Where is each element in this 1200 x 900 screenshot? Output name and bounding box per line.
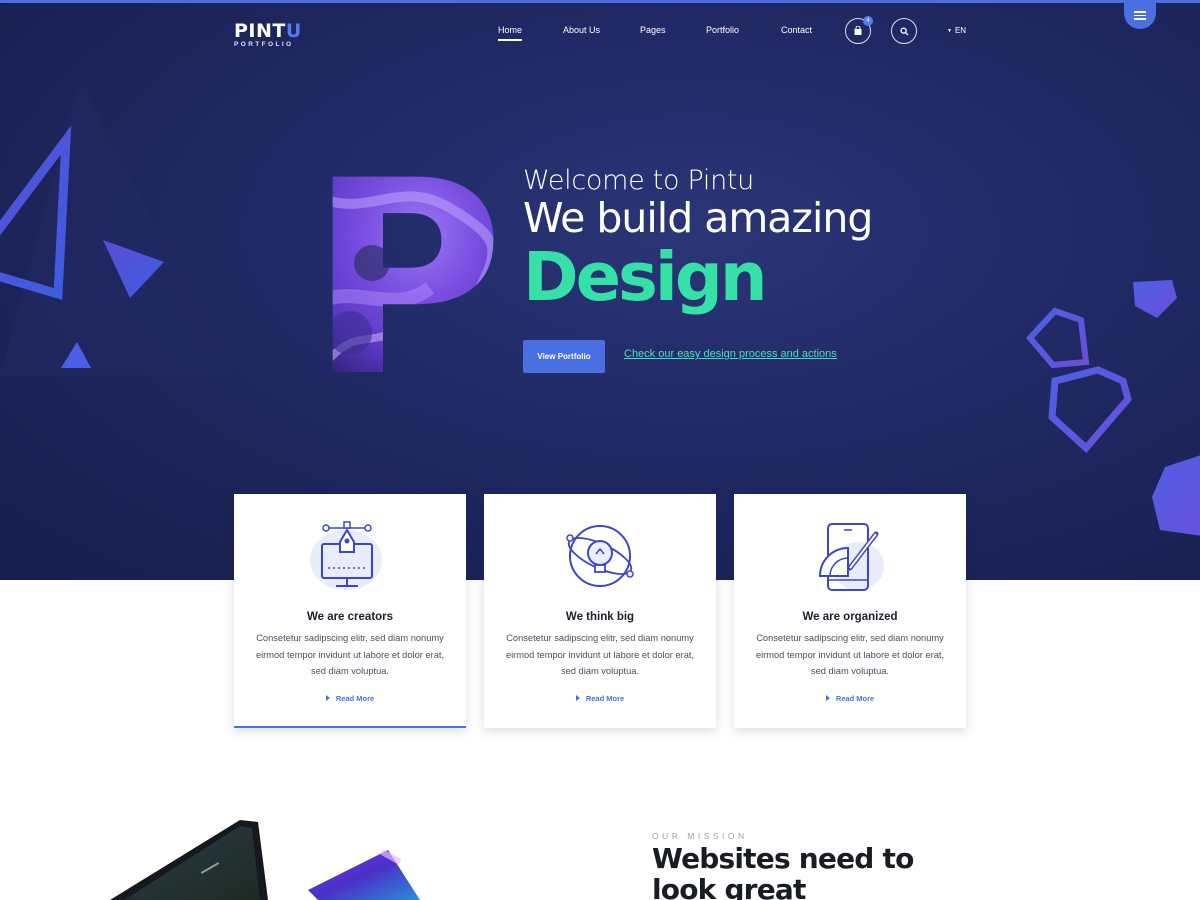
design-process-link[interactable]: Check our easy design process and action… — [624, 348, 837, 360]
search-button[interactable] — [891, 18, 917, 44]
decorative-pentagons-right — [1025, 280, 1200, 536]
feature-description: Consetetur sadipscing elitr, sed diam no… — [255, 633, 445, 676]
nav-contact[interactable]: Contact — [781, 25, 812, 35]
hero-highlight-word: Design — [523, 238, 768, 316]
caret-down-icon: ▼ — [947, 28, 952, 34]
read-more-link[interactable]: Read More — [484, 694, 716, 703]
hero-headline: We build amazing — [523, 194, 873, 242]
logo-brand: PINTU — [234, 20, 302, 42]
feature-card-creators: We are creators Consetetur sadipscing el… — [234, 494, 466, 728]
phone-ruler-pencil-icon — [818, 523, 884, 591]
hamburger-menu-icon — [1134, 11, 1146, 13]
view-portfolio-button[interactable]: View Portfolio — [523, 340, 605, 373]
search-icon — [899, 26, 909, 36]
cart-button[interactable]: 4 — [845, 16, 873, 44]
logo-tagline: PORTFOLIO — [234, 41, 294, 48]
play-arrow-icon — [325, 695, 330, 701]
read-more-link[interactable]: Read More — [234, 694, 466, 703]
mission-title: Websites need to look great — [652, 842, 914, 900]
hero-letter-p-graphic: P — [310, 158, 505, 378]
site-logo[interactable]: PINTU PORTFOLIO — [234, 21, 302, 49]
feature-title: We think big — [565, 611, 635, 623]
hero-section: P PINTU PORTFOLIO Home About Us Pages Po… — [0, 0, 1200, 580]
nav-about-us[interactable]: About Us — [563, 25, 600, 35]
feature-title: We are organized — [802, 611, 898, 623]
nav-portfolio[interactable]: Portfolio — [706, 25, 739, 35]
feature-title: We are creators — [306, 611, 394, 623]
lightbulb-orbit-icon — [566, 525, 634, 587]
read-more-link[interactable]: Read More — [734, 694, 966, 703]
feature-card-think-big: We think big Consetetur sadipscing elitr… — [484, 494, 716, 728]
play-arrow-icon — [825, 695, 830, 701]
device-mockup-image — [110, 820, 420, 900]
feature-description: Consetetur sadipscing elitr, sed diam no… — [755, 633, 945, 676]
decorative-triangles-left — [0, 80, 230, 375]
play-arrow-icon — [575, 695, 580, 701]
feature-card-organized: We are organized Consetetur sadipscing e… — [734, 494, 966, 728]
nav-pages[interactable]: Pages — [640, 25, 666, 35]
cart-count-badge: 4 — [863, 16, 873, 26]
feature-description: Consetetur sadipscing elitr, sed diam no… — [505, 633, 695, 676]
language-selector[interactable]: ▼ EN — [947, 26, 966, 35]
nav-home[interactable]: Home — [498, 25, 523, 41]
top-accent-line — [0, 0, 1200, 3]
mission-kicker: OUR MISSION — [652, 831, 748, 841]
language-label: EN — [954, 26, 967, 35]
cart-icon — [854, 26, 862, 35]
hero-welcome-text: Welcome to Pintu — [523, 165, 754, 196]
pen-tool-monitor-icon — [310, 521, 382, 590]
